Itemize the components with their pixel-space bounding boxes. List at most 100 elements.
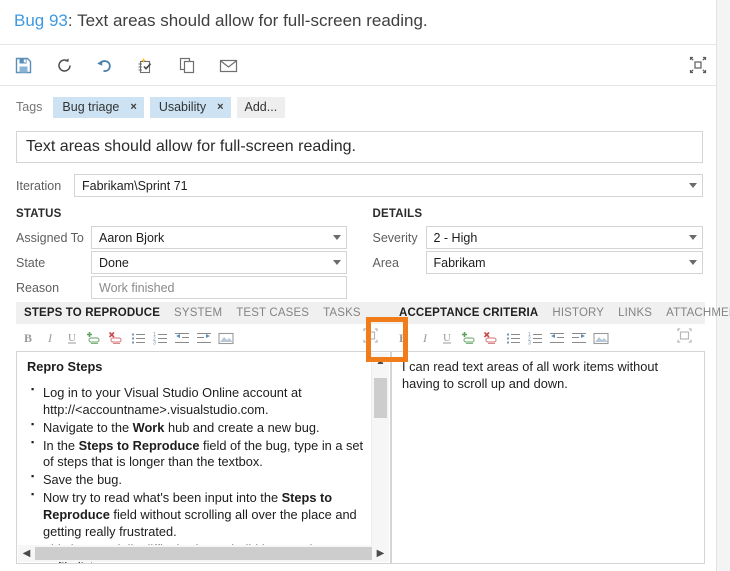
bold-button[interactable]: B: [17, 327, 39, 349]
field-area: Area Fabrikam: [373, 251, 703, 274]
tab-test-cases[interactable]: TEST CASES: [236, 307, 309, 319]
scroll-right-icon[interactable]: ▶: [372, 545, 389, 562]
save-button[interactable]: [8, 51, 38, 79]
reason-input: Work finished: [91, 276, 347, 299]
restore-down-icon: [689, 56, 707, 74]
outdent-button[interactable]: [171, 327, 193, 349]
chevron-down-icon[interactable]: [332, 235, 341, 240]
status-heading: STATUS: [16, 208, 62, 220]
right-tabstrip: ACCEPTANCE CRITERIA HISTORY LINKS ATTACH…: [391, 302, 730, 324]
right-editor-toolbar: B I U 1 2 3: [391, 324, 705, 351]
tab-system[interactable]: SYSTEM: [174, 307, 222, 319]
tag-remove-icon[interactable]: ×: [130, 101, 136, 113]
field-value: Fabrikam: [433, 255, 486, 270]
undo-icon: [96, 57, 114, 74]
title-input[interactable]: Text areas should allow for full-screen …: [16, 131, 703, 163]
restore-down-button[interactable]: [683, 51, 713, 79]
svg-text:U: U: [68, 332, 76, 344]
horizontal-scroll-track[interactable]: [35, 545, 372, 562]
tag-remove-icon[interactable]: ×: [217, 101, 223, 113]
bullet-list-button[interactable]: [502, 327, 524, 349]
left-tabstrip: STEPS TO REPRODUCE SYSTEM TEST CASES TAS…: [16, 302, 391, 324]
insert-image-button[interactable]: [590, 327, 612, 349]
refresh-button[interactable]: [49, 51, 79, 79]
maximize-button[interactable]: [673, 327, 695, 349]
acceptance-criteria-editor[interactable]: I can read text areas of all work items …: [391, 351, 705, 564]
numbered-list-button[interactable]: 1 2 3: [149, 327, 171, 349]
assigned-to-select[interactable]: Aaron Bjork: [91, 226, 347, 249]
iteration-select[interactable]: Fabrikam\Sprint 71: [74, 174, 703, 197]
tab-acceptance-criteria[interactable]: ACCEPTANCE CRITERIA: [399, 307, 538, 319]
numbered-list-button[interactable]: 1 2 3: [524, 327, 546, 349]
vertical-scroll-thumb[interactable]: [374, 378, 387, 418]
work-item-form: Bug 93: Text areas should allow for full…: [0, 0, 730, 571]
scroll-up-icon[interactable]: ▲: [372, 353, 389, 370]
tag-chip[interactable]: Usability ×: [149, 96, 231, 118]
remove-link-button[interactable]: [105, 327, 127, 349]
insert-link-button[interactable]: [83, 327, 105, 349]
area-select[interactable]: Fabrikam: [425, 251, 703, 274]
email-button[interactable]: [213, 51, 243, 79]
tab-links[interactable]: LINKS: [618, 307, 652, 319]
scroll-left-icon[interactable]: ◀: [18, 545, 35, 562]
indent-button[interactable]: [193, 327, 215, 349]
field-label: Reason: [16, 280, 60, 295]
state-select[interactable]: Done: [91, 251, 347, 274]
maximize-icon: [362, 327, 378, 348]
repro-steps-list: Log in to your Visual Studio Online acco…: [27, 384, 364, 563]
svg-text:I: I: [422, 331, 428, 345]
editor-horizontal-scrollbar[interactable]: ◀ ▶: [18, 545, 389, 562]
remove-link-button[interactable]: [480, 327, 502, 349]
list-item: In the Steps to Reproduce field of the b…: [31, 437, 364, 472]
underline-button[interactable]: U: [436, 327, 458, 349]
tab-steps-to-reproduce[interactable]: STEPS TO REPRODUCE: [24, 307, 160, 319]
page-title: Text areas should allow for full-screen …: [77, 11, 428, 30]
list-item: Save the bug.: [31, 471, 364, 489]
insert-link-button[interactable]: [458, 327, 480, 349]
field-value: Done: [99, 255, 129, 270]
horizontal-scroll-thumb[interactable]: [35, 547, 372, 560]
field-value: Aaron Bjork: [99, 230, 165, 245]
chevron-down-icon[interactable]: [332, 260, 341, 265]
italic-button[interactable]: I: [414, 327, 436, 349]
indent-button[interactable]: [568, 327, 590, 349]
underline-button[interactable]: U: [61, 327, 83, 349]
field-state: State Done: [16, 251, 347, 274]
iteration-label: Iteration: [16, 178, 62, 193]
copy-button[interactable]: [172, 51, 202, 79]
undo-button[interactable]: [90, 51, 120, 79]
bullet-list-button[interactable]: [127, 327, 149, 349]
chevron-down-icon[interactable]: [689, 260, 697, 265]
tab-history[interactable]: HISTORY: [552, 307, 604, 319]
bold-button[interactable]: B: [392, 327, 414, 349]
maximize-button[interactable]: [359, 327, 381, 349]
field-value: Work finished: [99, 280, 175, 295]
chevron-down-icon[interactable]: [689, 183, 697, 188]
svg-text:B: B: [24, 331, 32, 345]
add-tag-button[interactable]: Add...: [236, 96, 286, 118]
list-item: Now try to read what's been input into t…: [31, 489, 364, 541]
field-value: 2 - High: [433, 230, 478, 245]
iteration-value: Fabrikam\Sprint 71: [82, 178, 188, 193]
refresh-icon: [56, 57, 73, 74]
tab-attachment[interactable]: ATTACHMENT: [666, 307, 730, 319]
steps-to-reproduce-editor[interactable]: Repro Steps Log in to your Visual Studio…: [16, 351, 391, 564]
iteration-row: Iteration Fabrikam\Sprint 71: [0, 163, 717, 197]
severity-select[interactable]: 2 - High: [425, 226, 703, 249]
editor-vertical-scrollbar[interactable]: ▲ ▼: [371, 353, 389, 562]
tag-chip[interactable]: Bug triage ×: [53, 96, 144, 118]
italic-button[interactable]: I: [39, 327, 61, 349]
save-icon: [15, 57, 32, 74]
tab-tasks[interactable]: TASKS: [323, 307, 361, 319]
tab-panes: STEPS TO REPRODUCE SYSTEM TEST CASES TAS…: [16, 302, 730, 564]
insert-image-button[interactable]: [215, 327, 237, 349]
field-severity: Severity 2 - High: [373, 226, 703, 249]
title-field-wrap: Text areas should allow for full-screen …: [0, 128, 717, 163]
outdent-button[interactable]: [546, 327, 568, 349]
repro-steps-heading: Repro Steps: [27, 359, 103, 374]
work-item-id-link[interactable]: Bug 93: [14, 11, 68, 30]
chevron-down-icon[interactable]: [689, 235, 697, 240]
details-group: DETAILS Severity 2 - High Area Fabrikam: [363, 208, 703, 301]
tag-label: Usability: [158, 100, 207, 114]
new-linked-item-button[interactable]: [131, 51, 161, 79]
